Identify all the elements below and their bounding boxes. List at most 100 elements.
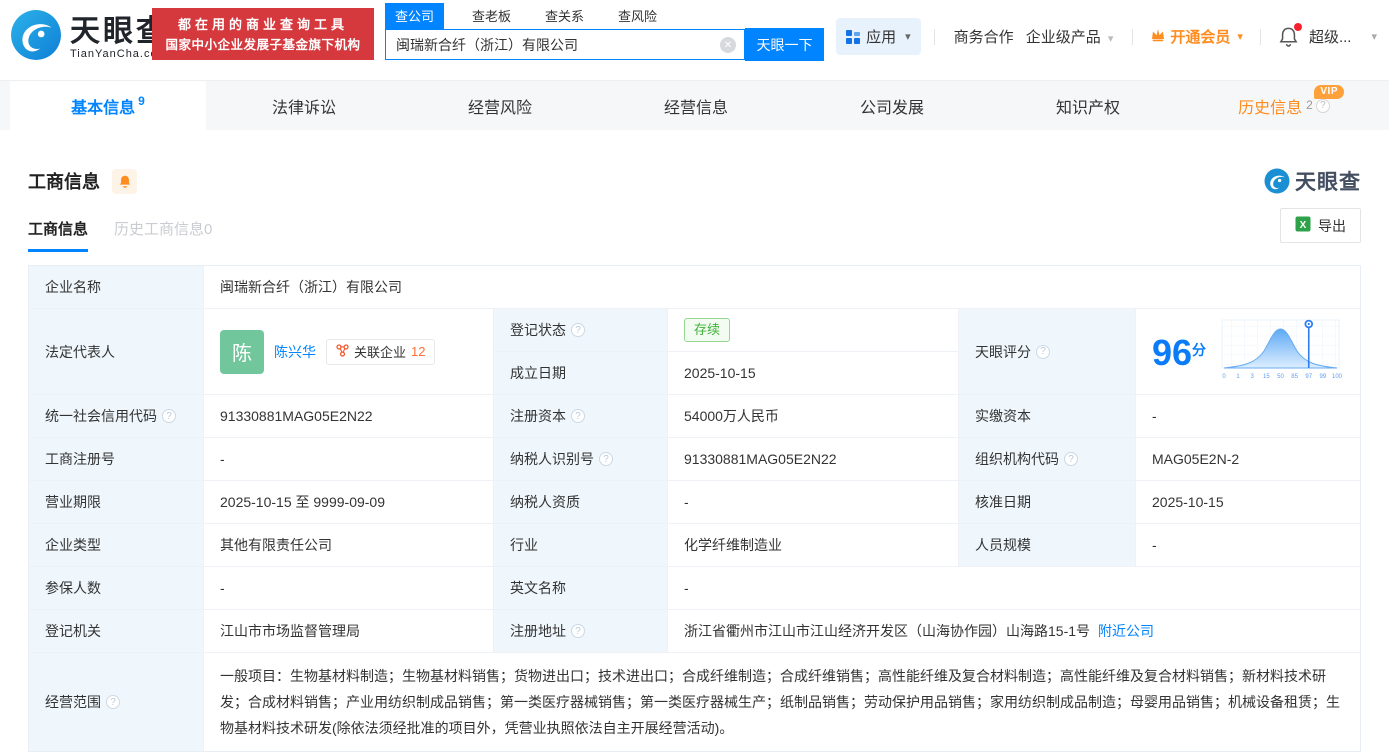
field-label-insured-count: 参保人数 — [29, 567, 204, 610]
crown-icon — [1150, 27, 1166, 46]
svg-text:15: 15 — [1263, 374, 1270, 380]
chevron-down-icon: ▾ — [1237, 30, 1243, 43]
search-button[interactable]: 天眼一下 — [745, 28, 824, 61]
legal-rep-avatar[interactable]: 陈 — [220, 330, 264, 374]
search-input[interactable] — [386, 37, 706, 53]
tab-company-development[interactable]: 公司发展 — [794, 81, 990, 130]
tab-intellectual-property[interactable]: 知识产权 — [990, 81, 1186, 130]
vip-label: 开通会员 — [1170, 26, 1230, 47]
field-value-reg-status: 存续 — [668, 309, 959, 352]
field-value-org-code: MAG05E2N-2 — [1136, 438, 1360, 481]
related-count: 12 — [411, 344, 425, 359]
menu-business-cooperation[interactable]: 商务合作 — [954, 26, 1014, 47]
excel-icon: X — [1295, 216, 1311, 235]
field-label-taxpayer-id: 纳税人识别号? — [494, 438, 668, 481]
field-value-taxpayer-id: 91330881MAG05E2N22 — [668, 438, 959, 481]
field-label-company-type: 企业类型 — [29, 524, 204, 567]
tab-history-info[interactable]: VIP 历史信息 2 ? — [1186, 81, 1382, 130]
tab-label: 法律诉讼 — [272, 94, 336, 118]
tianyancha-logo[interactable]: 天眼查 TianYanCha.com — [10, 9, 169, 66]
legal-rep-name-link[interactable]: 陈兴华 — [274, 342, 316, 362]
search-tab-relation[interactable]: 查关系 — [535, 3, 594, 29]
field-label-reg-address: 注册地址? — [494, 610, 668, 653]
status-badge: 存续 — [684, 318, 730, 342]
field-label-taxpayer-quality: 纳税人资质 — [494, 481, 668, 524]
related-companies-badge[interactable]: 关联企业 12 — [326, 339, 435, 365]
subtab-history-business-info[interactable]: 历史工商信息0 — [114, 218, 212, 252]
score-unit: 分 — [1192, 332, 1206, 368]
clear-search-icon[interactable]: ✕ — [720, 37, 736, 53]
brand-slogan-badge: 都在用的商业查询工具 国家中小企业发展子基金旗下机构 — [152, 8, 374, 60]
export-button[interactable]: X 导出 — [1280, 208, 1361, 243]
open-vip-link[interactable]: 开通会员 ▾ — [1150, 26, 1243, 47]
field-value-credit-code: 91330881MAG05E2N22 — [204, 395, 494, 438]
tab-label: 基本信息 — [71, 94, 135, 118]
field-value-industry: 化学纤维制造业 — [668, 524, 959, 567]
monitor-bell-icon[interactable] — [112, 169, 137, 194]
apps-label: 应用 — [866, 26, 896, 47]
help-icon[interactable]: ? — [106, 695, 120, 709]
svg-text:1: 1 — [1236, 374, 1240, 380]
export-label: 导出 — [1318, 216, 1346, 236]
help-icon[interactable]: ? — [571, 409, 585, 423]
tab-basic-info[interactable]: 基本信息 9 — [10, 81, 206, 130]
business-info-table: 企业名称 闽瑞新合纤（浙江）有限公司 法定代表人 陈 陈兴华 关联企业 12 登… — [28, 265, 1361, 752]
svg-text:97: 97 — [1305, 374, 1312, 380]
field-value-insured-count: - — [204, 567, 494, 610]
search-tab-risk[interactable]: 查风险 — [608, 3, 667, 29]
search-tabs: 查公司 查老板 查关系 查风险 — [385, 3, 824, 29]
search-area: 查公司 查老板 查关系 查风险 ✕ 天眼一下 — [385, 3, 824, 61]
help-icon[interactable]: ? — [1064, 452, 1078, 466]
field-value-paid-capital: - — [1136, 395, 1360, 438]
super-label: 超级... — [1309, 29, 1352, 46]
field-label-score: 天眼评分? — [959, 309, 1136, 395]
menu-enterprise-products[interactable]: 企业级产品 ▾ — [1026, 26, 1114, 47]
score-distribution-chart: 0 1 3 15 50 85 97 99 100 — [1218, 317, 1344, 386]
field-value-score: 96 分 — [1136, 309, 1360, 395]
field-label-reg-status: 登记状态? — [494, 309, 668, 352]
tab-operating-info[interactable]: 经营信息 — [598, 81, 794, 130]
network-icon — [336, 344, 349, 360]
tianyancha-watermark: 天眼查 — [1264, 166, 1361, 196]
chevron-down-icon: ▾ — [905, 30, 911, 43]
top-header: 天眼查 TianYanCha.com 都在用的商业查询工具 国家中小企业发展子基… — [0, 0, 1389, 80]
search-tab-boss[interactable]: 查老板 — [462, 3, 521, 29]
help-icon[interactable]: ? — [162, 409, 176, 423]
field-value-establish-date: 2025-10-15 — [668, 352, 959, 395]
apps-menu[interactable]: 应用 ▾ — [836, 18, 921, 55]
help-icon[interactable]: ? — [571, 624, 585, 638]
field-label-industry: 行业 — [494, 524, 668, 567]
svg-text:3: 3 — [1251, 374, 1255, 380]
tab-label: 知识产权 — [1056, 94, 1120, 118]
menu-super-account[interactable]: 超级... — [1309, 26, 1352, 47]
field-label-english-name: 英文名称 — [494, 567, 668, 610]
nearby-companies-link[interactable]: 附近公司 — [1098, 621, 1154, 641]
notification-bell-icon[interactable] — [1278, 26, 1299, 48]
field-label-reg-capital: 注册资本? — [494, 395, 668, 438]
field-label-establish-date: 成立日期 — [494, 352, 668, 395]
svg-text:50: 50 — [1277, 374, 1284, 380]
svg-text:99: 99 — [1320, 374, 1327, 380]
help-icon[interactable]: ? — [1036, 345, 1050, 359]
tab-label: 历史信息 — [1238, 94, 1302, 118]
related-label: 关联企业 — [354, 342, 406, 361]
enterprise-label: 企业级产品 — [1026, 29, 1101, 46]
help-icon[interactable]: ? — [599, 452, 613, 466]
tab-legal-proceedings[interactable]: 法律诉讼 — [206, 81, 402, 130]
chevron-down-icon: ▾ — [1371, 30, 1377, 43]
subtab-row: 工商信息 历史工商信息0 X 导出 — [28, 212, 1361, 252]
field-value-reg-address: 浙江省衢州市江山市江山经济开发区（山海协作园）山海路15-1号 附近公司 — [668, 610, 1360, 653]
field-label-org-code: 组织机构代码? — [959, 438, 1136, 481]
field-value-company-name: 闽瑞新合纤（浙江）有限公司 — [204, 266, 1360, 309]
tab-label: 经营信息 — [664, 94, 728, 118]
search-tab-company[interactable]: 查公司 — [385, 3, 444, 29]
field-value-company-type: 其他有限责任公司 — [204, 524, 494, 567]
svg-text:100: 100 — [1332, 374, 1343, 380]
help-icon[interactable]: ? — [571, 323, 585, 337]
field-label-company-name: 企业名称 — [29, 266, 204, 309]
svg-text:X: X — [1300, 220, 1307, 231]
help-icon[interactable]: ? — [1316, 99, 1330, 113]
subtab-business-info[interactable]: 工商信息 — [28, 218, 88, 252]
tab-label: 经营风险 — [468, 94, 532, 118]
tab-operating-risk[interactable]: 经营风险 — [402, 81, 598, 130]
